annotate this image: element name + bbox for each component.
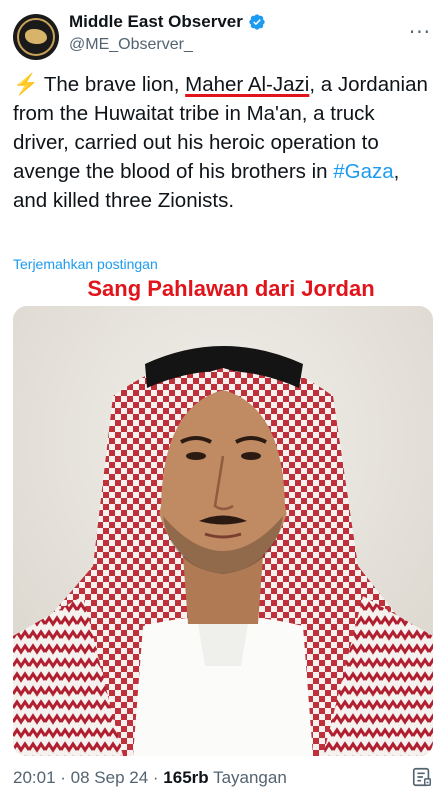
more-icon[interactable]: ··· — [409, 20, 431, 44]
account-handle[interactable]: @ME_Observer_ — [69, 36, 193, 54]
tweet-date[interactable]: 08 Sep 24 — [71, 768, 149, 788]
tweet-meta: 20:01 · 08 Sep 24 · 165rb Tayangan — [13, 766, 433, 788]
verified-badge-icon — [249, 14, 265, 30]
tweet-header: Middle East Observer @ME_Observer_ ··· — [13, 10, 433, 66]
avatar[interactable] — [13, 14, 59, 60]
view-stats-icon[interactable] — [411, 766, 433, 788]
portrait-illustration — [13, 306, 433, 756]
account-name[interactable]: Middle East Observer — [69, 12, 243, 32]
name-row: Middle East Observer — [69, 12, 266, 32]
tweet-photo[interactable] — [13, 306, 433, 756]
meta-separator: · — [55, 768, 71, 787]
name-mention: Maher Al-Jazi — [185, 73, 310, 96]
meta-separator: · — [148, 768, 164, 787]
views-label: Tayangan — [208, 768, 287, 787]
views-count: 165rb — [163, 768, 209, 787]
tweet-time[interactable]: 20:01 — [13, 768, 56, 788]
bolt-icon: ⚡ — [13, 73, 39, 96]
hashtag-link[interactable]: #Gaza — [333, 160, 393, 183]
overlay-caption: Sang Pahlawan dari Jordan — [87, 276, 375, 301]
tweet-text: ⚡ The brave lion, Maher Al-Jazi, a Jorda… — [13, 70, 433, 215]
avatar-map-emblem — [25, 29, 47, 44]
translate-link[interactable]: Terjemahkan postingan — [13, 256, 158, 272]
tweet-text-part1: The brave lion, — [38, 73, 186, 96]
